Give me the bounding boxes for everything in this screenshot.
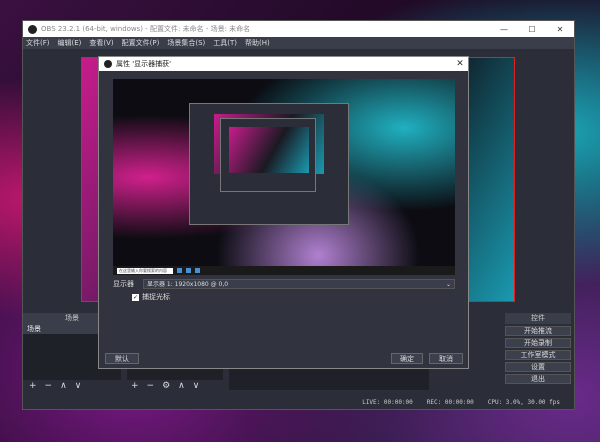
move-down-icon[interactable]: ∨ <box>75 380 82 392</box>
source-up-icon[interactable]: ∧ <box>178 380 185 392</box>
menu-profile[interactable]: 配置文件(P) <box>122 38 160 48</box>
display-capture-preview: 在这里输入你要搜索的内容 <box>113 79 455 275</box>
minimize-button[interactable]: — <box>490 25 518 34</box>
display-select-value: 显示器 1: 1920x1080 @ 0,0 <box>147 280 229 288</box>
start-recording-button[interactable]: 开始录制 <box>505 338 571 348</box>
dialog-titlebar: 属性 '显示器捕获' ✕ <box>99 57 468 71</box>
capture-cursor-label: 捕捉光标 <box>142 293 170 301</box>
window-title: OBS 23.2.1 (64-bit, windows) - 配置文件: 未命名… <box>41 25 251 33</box>
taskbar-app-icon <box>186 268 191 273</box>
scenes-toolbar: + − ∧ ∨ <box>23 380 81 392</box>
menu-scene-collection[interactable]: 场景集合(S) <box>167 38 205 48</box>
dialog-close-icon[interactable]: ✕ <box>452 59 468 69</box>
checkbox-check-icon[interactable]: ✓ <box>132 293 139 301</box>
menu-edit[interactable]: 编辑(E) <box>58 38 82 48</box>
maximize-button[interactable]: ☐ <box>518 25 546 34</box>
nested-obs-window <box>189 103 349 225</box>
live-status: LIVE: 00:00:00 <box>362 398 413 406</box>
studio-mode-button[interactable]: 工作室模式 <box>505 350 571 360</box>
controls-panel-title: 控件 <box>505 313 571 324</box>
source-down-icon[interactable]: ∨ <box>193 380 200 392</box>
taskbar-app-icon <box>177 268 182 273</box>
menu-view[interactable]: 查看(V) <box>89 38 113 48</box>
move-up-icon[interactable]: ∧ <box>60 380 67 392</box>
cancel-button[interactable]: 取消 <box>429 353 463 364</box>
menu-help[interactable]: 帮助(H) <box>245 38 270 48</box>
display-row: 显示器 显示器 1: 1920x1080 @ 0,0 ⌄ <box>113 278 455 289</box>
taskbar-app-icon <box>195 268 200 273</box>
menu-file[interactable]: 文件(F) <box>26 38 50 48</box>
capture-cursor-checkbox[interactable]: ✓ 捕捉光标 <box>132 292 170 302</box>
remove-scene-icon[interactable]: − <box>45 380 53 392</box>
menu-bar: 文件(F) 编辑(E) 查看(V) 配置文件(P) 场景集合(S) 工具(T) … <box>23 37 574 49</box>
sources-toolbar: + − ⚙ ∧ ∨ <box>125 380 199 392</box>
cpu-status: CPU: 3.0%, 30.00 fps <box>487 398 560 406</box>
ok-button[interactable]: 确定 <box>391 353 423 364</box>
settings-button[interactable]: 设置 <box>505 362 571 372</box>
exit-button[interactable]: 退出 <box>505 374 571 384</box>
chevron-down-icon: ⌄ <box>445 280 451 288</box>
obs-logo-icon <box>28 24 37 34</box>
defaults-button[interactable]: 默认 <box>105 353 139 364</box>
dialog-title: 属性 '显示器捕获' <box>116 60 172 68</box>
menu-tools[interactable]: 工具(T) <box>213 38 237 48</box>
add-scene-icon[interactable]: + <box>29 380 37 392</box>
close-button[interactable]: ✕ <box>546 25 574 34</box>
obs-logo-icon <box>104 60 112 68</box>
status-bar: LIVE: 00:00:00 REC: 00:00:00 CPU: 3.0%, … <box>23 395 574 409</box>
display-select[interactable]: 显示器 1: 1920x1080 @ 0,0 ⌄ <box>143 278 455 289</box>
start-streaming-button[interactable]: 开始推流 <box>505 326 571 336</box>
remove-source-icon[interactable]: − <box>147 380 155 392</box>
display-label: 显示器 <box>113 279 134 288</box>
obs-titlebar: OBS 23.2.1 (64-bit, windows) - 配置文件: 未命名… <box>23 21 574 37</box>
add-source-icon[interactable]: + <box>131 380 139 392</box>
properties-dialog: 属性 '显示器捕获' ✕ 在这里输入你要搜索的内容 显示器 显示器 1: 192… <box>98 56 469 369</box>
nested-dialog <box>220 118 316 192</box>
source-settings-gear-icon[interactable]: ⚙ <box>162 380 170 392</box>
rec-status: REC: 00:00:00 <box>426 398 474 406</box>
nested-dialog-preview <box>229 127 309 173</box>
captured-taskbar: 在这里输入你要搜索的内容 <box>113 266 455 275</box>
taskbar-search: 在这里输入你要搜索的内容 <box>117 267 173 274</box>
